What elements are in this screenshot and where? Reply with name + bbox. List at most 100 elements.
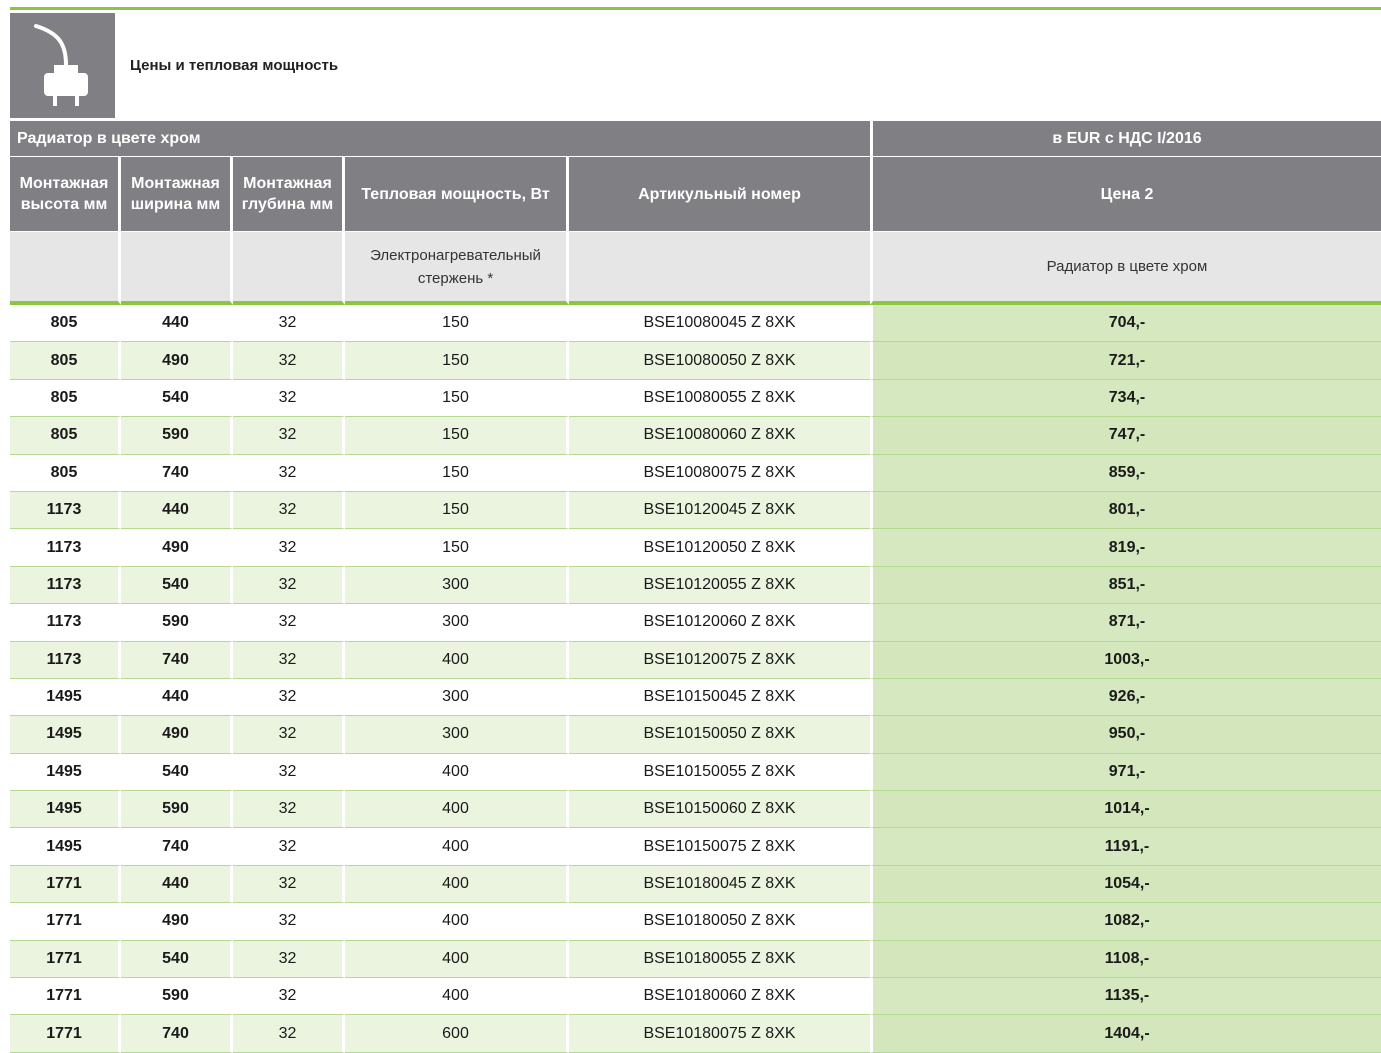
table-row: 1173 740 32 400 BSE10120075 Z 8XK 1003,-	[10, 641, 1381, 679]
cell-price: 1404,-	[870, 1015, 1381, 1053]
subheader-width	[121, 231, 233, 305]
cell-power: 150	[345, 342, 569, 380]
cell-article: BSE10180050 Z 8XK	[569, 903, 870, 941]
cell-height: 1173	[10, 641, 121, 679]
column-header-height: Монтажная высота мм	[10, 156, 121, 231]
cell-depth: 32	[233, 454, 345, 492]
subheader-depth	[233, 231, 345, 305]
top-accent-rule	[10, 7, 1381, 10]
cell-price: 1108,-	[870, 940, 1381, 979]
cell-width: 540	[121, 379, 233, 418]
cell-depth: 32	[233, 978, 345, 1016]
cell-price: 1082,-	[870, 903, 1381, 941]
column-header-power: Тепловая мощность, Вт	[345, 156, 569, 231]
cell-price: 734,-	[870, 379, 1381, 418]
subheader-price: Радиатор в цвете хром	[870, 231, 1381, 305]
cell-price: 1054,-	[870, 865, 1381, 904]
column-header-depth: Монтажная глубина мм	[233, 156, 345, 231]
table-row: 805 590 32 150 BSE10080060 Z 8XK 747,-	[10, 417, 1381, 455]
cell-height: 1173	[10, 566, 121, 605]
cell-power: 400	[345, 753, 569, 792]
cell-article: BSE10150050 Z 8XK	[569, 716, 870, 754]
cell-article: BSE10120045 Z 8XK	[569, 491, 870, 530]
cell-article: BSE10180055 Z 8XK	[569, 940, 870, 979]
cell-price: 950,-	[870, 716, 1381, 754]
cell-article: BSE10080045 Z 8XK	[569, 305, 870, 343]
cell-power: 150	[345, 379, 569, 418]
cell-height: 1495	[10, 716, 121, 754]
cell-height: 1495	[10, 753, 121, 792]
cell-height: 1173	[10, 529, 121, 567]
column-header-article: Артикульный номер	[569, 156, 870, 231]
cell-article: BSE10180075 Z 8XK	[569, 1015, 870, 1053]
cell-article: BSE10150055 Z 8XK	[569, 753, 870, 792]
column-header-price: Цена 2	[870, 156, 1381, 231]
subheader-article	[569, 231, 870, 305]
cell-depth: 32	[233, 342, 345, 380]
cell-article: BSE10120060 Z 8XK	[569, 604, 870, 642]
cell-depth: 32	[233, 641, 345, 679]
table-row: 1495 540 32 400 BSE10150055 Z 8XK 971,-	[10, 753, 1381, 792]
cell-power: 150	[345, 305, 569, 343]
cell-power: 300	[345, 566, 569, 605]
section-icon-box	[10, 13, 115, 118]
cell-height: 1495	[10, 828, 121, 866]
cell-depth: 32	[233, 305, 345, 343]
table-row: 1495 490 32 300 BSE10150050 Z 8XK 950,-	[10, 716, 1381, 754]
cell-depth: 32	[233, 716, 345, 754]
cell-height: 1173	[10, 491, 121, 530]
cell-width: 540	[121, 566, 233, 605]
cell-width: 590	[121, 417, 233, 455]
page-title: Цены и тепловая мощность	[130, 57, 339, 74]
cell-price: 871,-	[870, 604, 1381, 642]
table-row: 1771 440 32 400 BSE10180045 Z 8XK 1054,-	[10, 865, 1381, 904]
cell-article: BSE10080055 Z 8XK	[569, 379, 870, 418]
table-row: 1173 590 32 300 BSE10120060 Z 8XK 871,-	[10, 604, 1381, 642]
cell-article: BSE10180060 Z 8XK	[569, 978, 870, 1016]
cell-depth: 32	[233, 417, 345, 455]
cell-power: 400	[345, 828, 569, 866]
cell-power: 150	[345, 454, 569, 492]
cell-power: 400	[345, 791, 569, 829]
cell-width: 440	[121, 865, 233, 904]
cell-price: 851,-	[870, 566, 1381, 605]
cell-depth: 32	[233, 529, 345, 567]
cell-width: 490	[121, 716, 233, 754]
cell-depth: 32	[233, 491, 345, 530]
table-body: 805 440 32 150 BSE10080045 Z 8XK 704,- 8…	[10, 305, 1381, 1053]
cell-height: 1495	[10, 678, 121, 717]
cell-depth: 32	[233, 678, 345, 717]
price-table: Радиатор в цвете хром в EUR с НДС I/2016…	[10, 121, 1381, 1053]
cell-power: 150	[345, 491, 569, 530]
cell-width: 540	[121, 753, 233, 792]
cell-price: 1003,-	[870, 641, 1381, 679]
cell-height: 805	[10, 379, 121, 418]
cell-height: 1771	[10, 865, 121, 904]
cell-power: 150	[345, 417, 569, 455]
cell-price: 704,-	[870, 305, 1381, 343]
cell-price: 971,-	[870, 753, 1381, 792]
cell-width: 540	[121, 940, 233, 979]
cell-article: BSE10180045 Z 8XK	[569, 865, 870, 904]
cell-height: 1173	[10, 604, 121, 642]
cell-width: 590	[121, 978, 233, 1016]
subheader-power: Электронагревательный стержень *	[345, 231, 569, 305]
cell-power: 400	[345, 641, 569, 679]
cell-height: 1771	[10, 940, 121, 979]
table-row: 1173 440 32 150 BSE10120045 Z 8XK 801,-	[10, 491, 1381, 530]
cell-price: 721,-	[870, 342, 1381, 380]
price-table-container: Радиатор в цвете хром в EUR с НДС I/2016…	[10, 121, 1381, 1053]
cell-depth: 32	[233, 865, 345, 904]
cell-width: 440	[121, 305, 233, 343]
cell-power: 400	[345, 940, 569, 979]
column-header-width: Монтажная ширина мм	[121, 156, 233, 231]
cell-width: 740	[121, 641, 233, 679]
cell-height: 1771	[10, 978, 121, 1016]
cell-width: 590	[121, 791, 233, 829]
cell-width: 490	[121, 342, 233, 380]
cell-power: 300	[345, 716, 569, 754]
cell-article: BSE10080075 Z 8XK	[569, 454, 870, 492]
table-row: 1771 590 32 400 BSE10180060 Z 8XK 1135,-	[10, 978, 1381, 1016]
table-row: 805 540 32 150 BSE10080055 Z 8XK 734,-	[10, 379, 1381, 418]
cell-power: 400	[345, 903, 569, 941]
